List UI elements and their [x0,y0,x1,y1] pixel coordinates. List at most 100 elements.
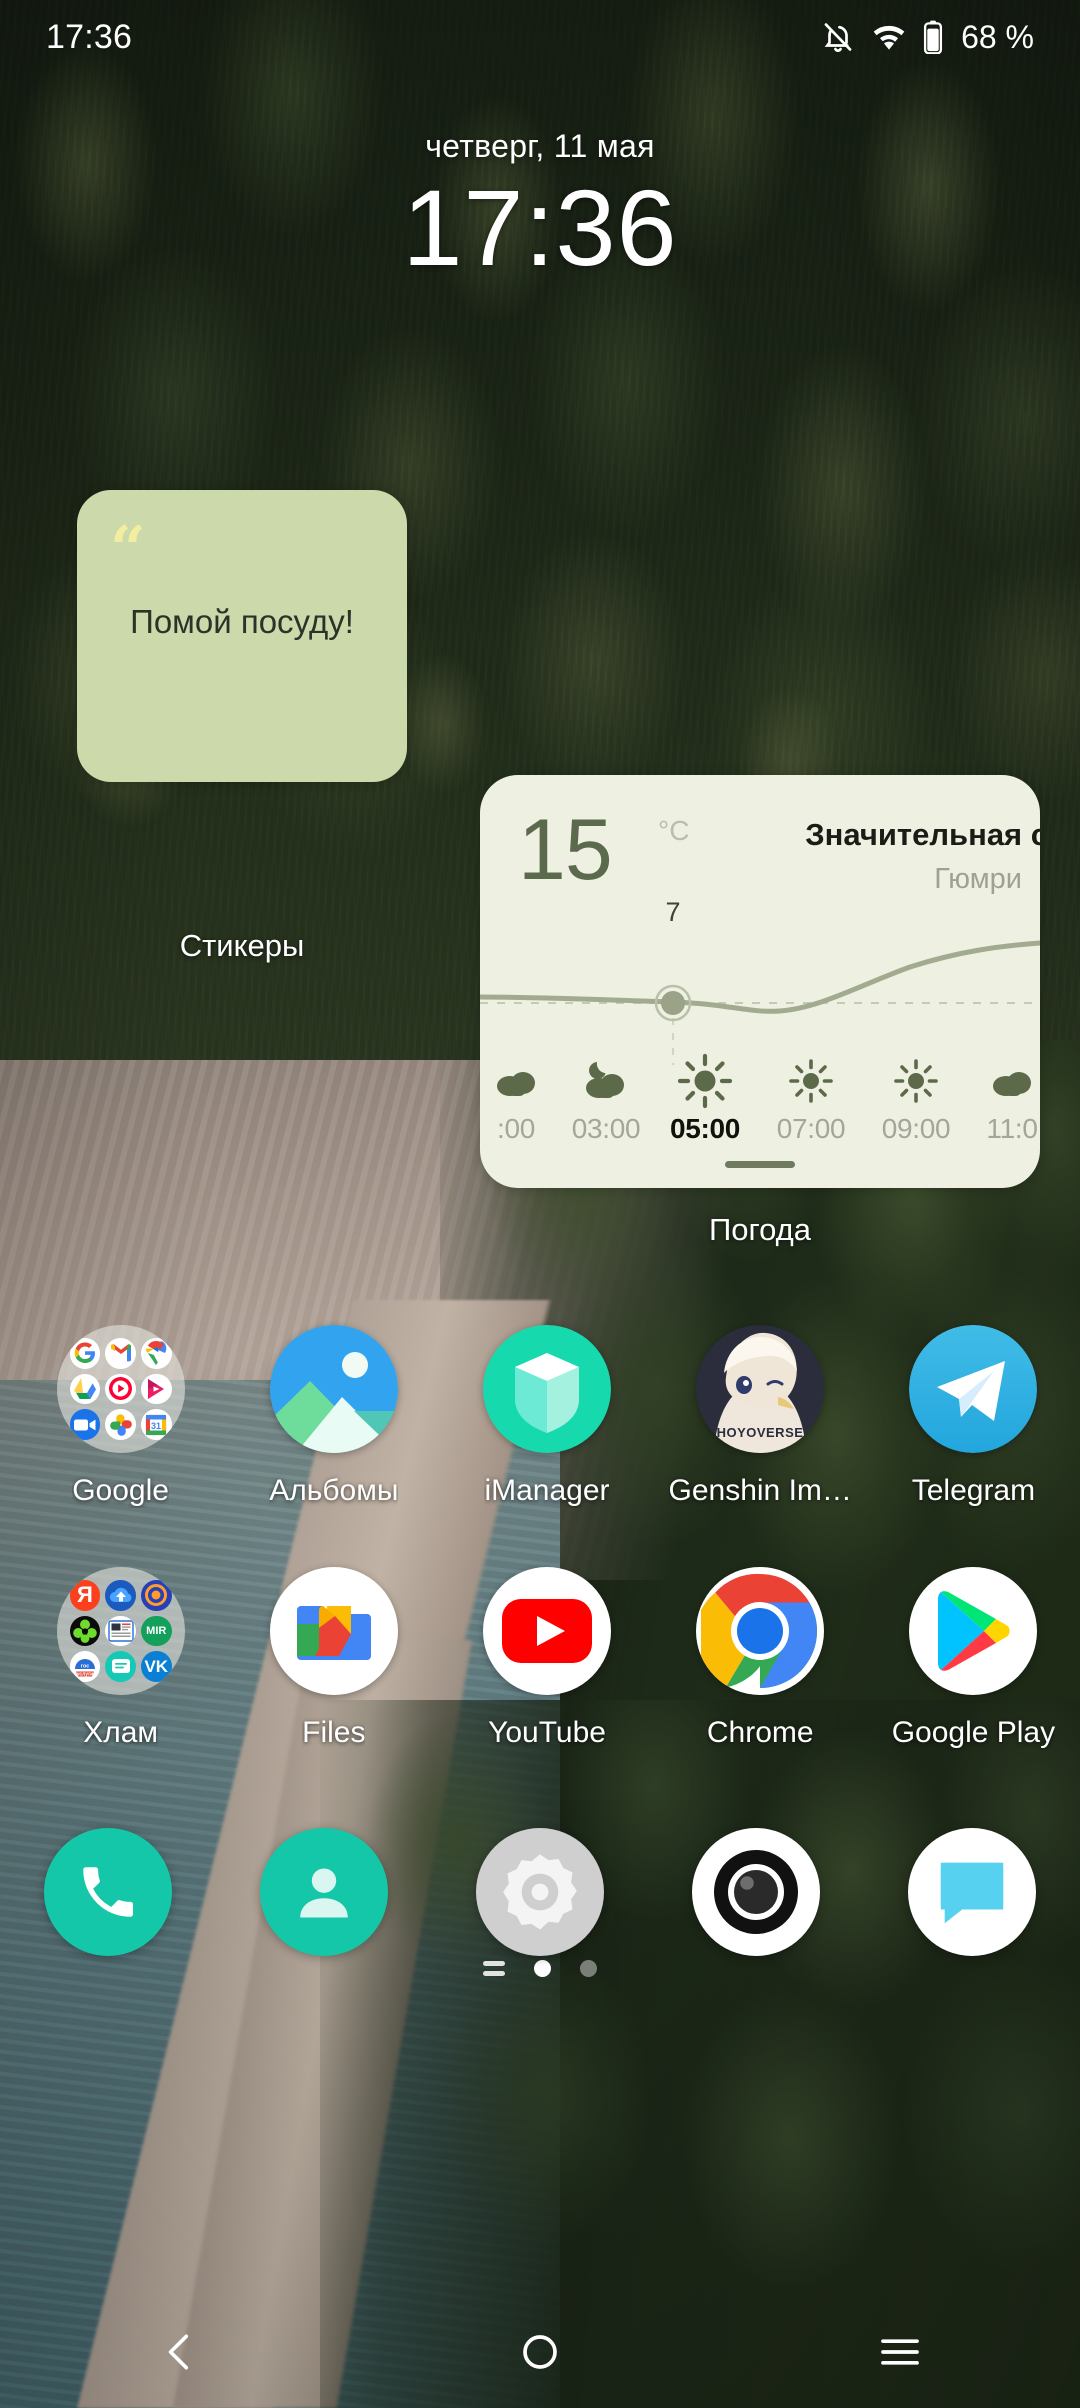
weather-hour-cell[interactable]: :00 [480,1055,566,1145]
gallery-icon[interactable] [269,1325,398,1453]
sticker-widget-label: Стикеры [179,928,305,963]
app-cell-telegram[interactable]: Telegram [867,1325,1080,1508]
clock-widget[interactable]: четверг, 11 мая 17:36 [0,128,1080,290]
weather-hour-label: 05:00 [669,1113,741,1144]
weather-hour-cell[interactable]: 11:0 [962,1055,1040,1145]
app-label: Альбомы [269,1474,399,1507]
wallpaper [0,0,1080,2408]
app-label: Genshin Im… [668,1474,852,1507]
navigation-bar [0,2296,1080,2408]
telegram-icon[interactable] [909,1325,1038,1453]
svg-text:31: 31 [151,1421,161,1431]
weather-hour-label: 09:00 [881,1113,951,1144]
weather-temperature: 15 [518,802,613,898]
vk-mini-icon: VK [140,1651,172,1682]
weather-hourly-row[interactable]: :00 03:00 05:00 07:00 09:00 11:0 [480,1053,1040,1155]
chrome-icon[interactable] [696,1567,825,1695]
app-cell-genshin-impact[interactable]: HOYOVERSE Genshin Im… [654,1325,867,1508]
status-bar-icons: 68 % [821,19,1034,56]
weather-hour-cell[interactable]: 07:00 [761,1055,861,1145]
app-cell-junk-folder[interactable]: Я MIR гос услуги VK Хлам [14,1567,227,1750]
home-circle-icon[interactable] [465,2296,615,2408]
weather-condition: Значительная с [805,817,1040,852]
sun-small-icon [761,1055,861,1107]
sticker-widget[interactable]: “ Помой посуду! [77,490,407,782]
page-indicator [0,1960,1080,1977]
wifi-icon [871,22,907,52]
google-play-icon[interactable] [909,1567,1038,1695]
app-cell-imanager[interactable]: iManager [440,1325,653,1508]
youtube-music-mini-icon [105,1373,136,1405]
quote-mark-icon: “ [110,512,146,585]
contacts-icon[interactable] [260,1828,388,1956]
chat-app-mini-icon [105,1651,136,1682]
app-cell-albums[interactable]: Альбомы [227,1325,440,1508]
google-calendar-mini-icon: 31 [140,1409,172,1440]
weather-hour-label: 03:00 [571,1113,641,1144]
gosuslugi-mini-icon: гос услуги [69,1651,101,1682]
google-maps-mini-icon [140,1338,172,1369]
weather-widget-label: Погода [708,1212,812,1247]
weather-hour-label: 07:00 [776,1113,846,1144]
weather-hour-cell[interactable]: 09:00 [866,1055,966,1145]
google-meet-mini-icon [69,1409,101,1440]
page-dot-active[interactable] [534,1960,551,1977]
imanager-icon[interactable] [483,1325,611,1453]
phone-icon[interactable] [44,1828,172,1956]
settings-gear-icon[interactable] [476,1828,604,1956]
moon-cloud-icon [556,1055,656,1107]
play-movies-mini-icon [140,1373,172,1405]
weather-hour-label: :00 [496,1113,536,1144]
genshin-impact-icon[interactable]: HOYOVERSE [696,1325,825,1453]
app-cell-files[interactable]: Files [227,1567,440,1750]
dock [0,1828,1080,1956]
bell-muted-icon [821,20,855,54]
weather-hourly-scrollbar[interactable] [725,1161,795,1168]
google-drive-mini-icon [69,1373,101,1405]
app-cell-chrome[interactable]: Chrome [654,1567,867,1750]
mir-pay-mini-icon: MIR [140,1615,172,1647]
app-row: 31 Google Альбомы iManager HOYOVERSE Gen… [0,1325,1080,1508]
app-label: Telegram [911,1474,1036,1507]
weather-hour-label: 11:0 [986,1113,1038,1144]
cloud-app-mini-icon [105,1580,136,1611]
camera-icon[interactable] [692,1828,820,1956]
app-cell-youtube[interactable]: YouTube [440,1567,653,1750]
target-app-mini-icon [140,1580,172,1611]
weather-city: Гюмри [934,863,1022,895]
files-icon[interactable] [269,1567,398,1695]
app-cell-google-play[interactable]: Google Play [867,1567,1080,1750]
weather-selected-temp: 7 [665,897,681,927]
youtube-icon[interactable] [483,1567,611,1695]
recents-lines-icon[interactable] [825,2296,975,2408]
google-photos-mini-icon [105,1409,136,1440]
weather-widget[interactable]: 15 °C Значительная с Гюмри 7 :00 03:00 0… [480,775,1040,1188]
app-label: Files [302,1716,366,1749]
back-chevron-icon[interactable] [105,2296,255,2408]
app-grid: 31 Google Альбомы iManager HOYOVERSE Gen… [0,1325,1080,1750]
icq-mini-icon [69,1615,101,1647]
app-cell-google-folder[interactable]: 31 Google [14,1325,227,1508]
cloud-icon [480,1055,566,1107]
status-bar-clock: 17:36 [46,17,133,56]
status-bar: 17:36 68 % [0,0,1080,74]
clock-time: 17:36 [402,167,678,288]
weather-hour-cell-active[interactable]: 05:00 [655,1053,755,1145]
app-row-gap [0,1508,1080,1567]
junk-folder-icon[interactable]: Я MIR гос услуги VK [56,1567,185,1695]
app-row: Я MIR гос услуги VK Хлам Files YouTube C… [0,1567,1080,1750]
svg-text:услуги: услуги [77,1671,93,1677]
page-menu-glyph-icon[interactable] [483,1961,505,1976]
messages-icon[interactable] [908,1828,1036,1956]
page-dot[interactable] [580,1960,597,1977]
google-folder-icon[interactable]: 31 [56,1325,185,1453]
news-app-mini-icon [105,1615,136,1647]
app-label: Хлам [83,1716,159,1749]
app-label: iManager [484,1474,610,1507]
clock-date: четверг, 11 мая [425,128,655,164]
sun-icon [655,1053,755,1109]
app-label: Chrome [706,1716,814,1749]
weather-hour-cell[interactable]: 03:00 [556,1055,656,1145]
google-search-mini-icon [69,1338,101,1369]
weather-temperature-graph [480,905,1040,1065]
